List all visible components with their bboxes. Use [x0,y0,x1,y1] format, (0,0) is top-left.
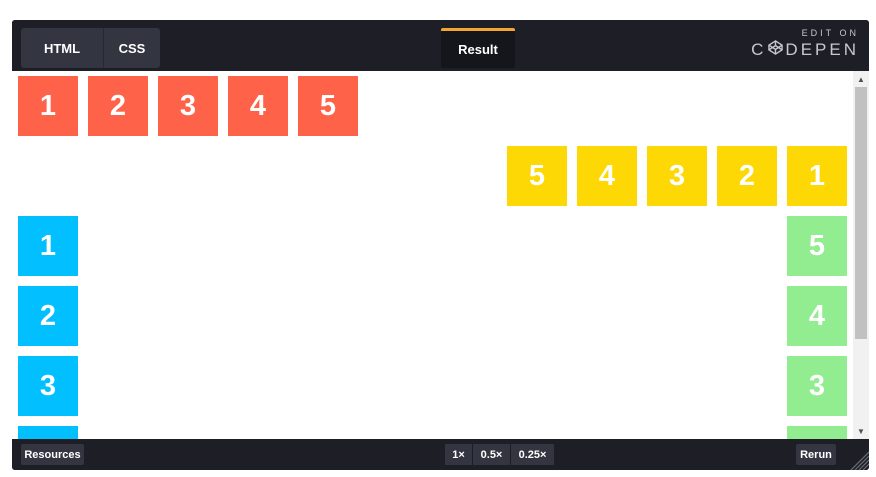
top-bar: HTML CSS Result EDIT ON C DEPEN [12,20,869,71]
scroll-up-icon[interactable]: ▲ [853,72,869,86]
red-box-1: 1 [18,76,78,136]
codepen-depen-letters: DEPEN [785,40,859,59]
green-box-5: 5 [787,216,847,276]
scrollbar-thumb[interactable] [855,87,867,339]
yellow-box-2: 2 [717,146,777,206]
tab-result[interactable]: Result [441,28,515,68]
red-box-2: 2 [88,76,148,136]
blue-box-2: 2 [18,286,78,346]
tab-html[interactable]: HTML [21,28,104,68]
bottom-bar: Resources 1× 0.5× 0.25× Rerun [12,439,869,470]
codepen-wordmark: C DEPEN [751,39,859,61]
green-box-2 [787,426,847,439]
rerun-button[interactable]: Rerun [796,444,836,465]
green-box-4: 4 [787,286,847,346]
yellow-box-3: 3 [647,146,707,206]
blue-box-4 [18,426,78,439]
codepen-cube-icon [768,39,784,61]
resize-grip-icon[interactable] [847,448,869,470]
red-box-3: 3 [158,76,218,136]
zoom-1x-button[interactable]: 1× [445,444,472,465]
vertical-scrollbar[interactable]: ▲ ▼ [853,71,869,439]
edit-on-label: EDIT ON [801,28,859,38]
scroll-down-icon[interactable]: ▼ [853,424,869,438]
codepen-c-letter: C [751,40,767,59]
tab-css[interactable]: CSS [104,28,160,68]
zoom-quarter-button[interactable]: 0.25× [511,444,554,465]
zoom-controls: 1× 0.5× 0.25× [445,444,555,465]
yellow-box-4: 4 [577,146,637,206]
zoom-half-button[interactable]: 0.5× [473,444,510,465]
resources-button[interactable]: Resources [21,444,84,465]
yellow-box-1: 1 [787,146,847,206]
blue-box-1: 1 [18,216,78,276]
codepen-embed: HTML CSS Result EDIT ON C DEPEN 1 2 3 4 … [12,20,869,470]
red-box-5: 5 [298,76,358,136]
codepen-logo-link[interactable]: EDIT ON C DEPEN [751,28,859,61]
green-box-3: 3 [787,356,847,416]
result-frame: 1 2 3 4 5 5 4 3 2 1 1 2 3 5 4 3 ▲ ▼ [12,71,869,439]
yellow-box-5: 5 [507,146,567,206]
blue-box-3: 3 [18,356,78,416]
red-box-4: 4 [228,76,288,136]
